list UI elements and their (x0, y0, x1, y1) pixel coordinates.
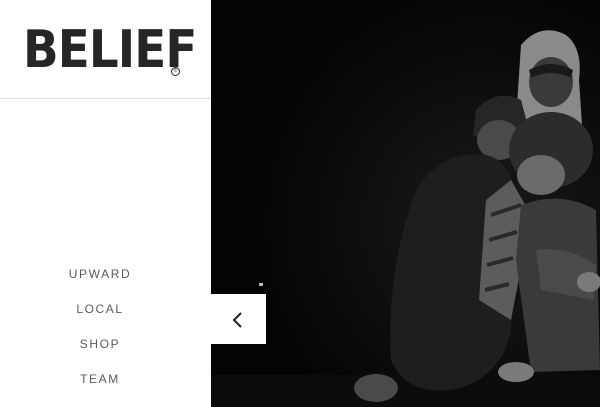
page: BELIEF ® UPWARD LOCAL SHOP TEAM (0, 0, 600, 407)
nav-item-upward[interactable]: UPWARD (0, 267, 200, 281)
hero-photo (211, 0, 600, 407)
prev-slide-button[interactable] (211, 294, 266, 344)
hero-image (211, 0, 600, 407)
nav-item-local[interactable]: LOCAL (0, 302, 200, 316)
registered-mark: ® (171, 67, 180, 76)
nav-item-team[interactable]: TEAM (0, 372, 200, 386)
nav-item-shop[interactable]: SHOP (0, 337, 200, 351)
chevron-left-icon (232, 312, 242, 328)
logo-area: BELIEF ® (0, 0, 211, 99)
sidebar: BELIEF ® UPWARD LOCAL SHOP TEAM (0, 0, 211, 407)
